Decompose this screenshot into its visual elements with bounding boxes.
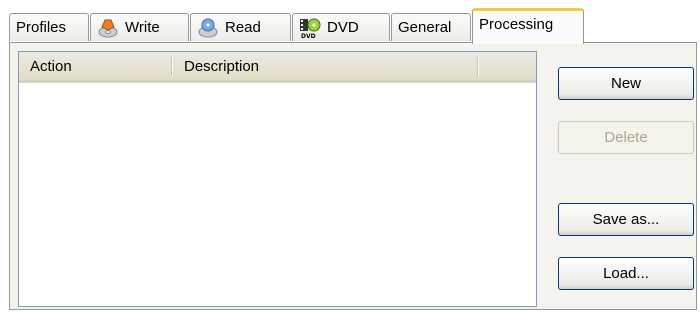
tab-general[interactable]: General — [391, 13, 471, 41]
tab-processing[interactable]: Processing — [472, 8, 584, 44]
tab-write[interactable]: Write — [90, 13, 189, 41]
dvd-icon: DVD — [299, 17, 321, 40]
tab-dvd-label: DVD — [327, 19, 359, 36]
delete-button-label: Delete — [604, 129, 648, 146]
column-action-label: Action — [30, 57, 72, 75]
new-button-label: New — [610, 75, 641, 92]
processing-panel: Action Description New Delete Save as...… — [9, 42, 697, 310]
list-header: Action Description — [19, 52, 536, 83]
tab-profiles-label: Profiles — [16, 19, 67, 36]
actions-list[interactable]: Action Description — [18, 51, 537, 307]
tab-read[interactable]: Read — [190, 13, 291, 41]
tab-profiles[interactable]: Profiles — [9, 13, 89, 41]
delete-button[interactable]: Delete — [558, 121, 694, 154]
tab-dvd[interactable]: DVD DVD — [292, 13, 390, 41]
tab-processing-label: Processing — [479, 16, 554, 33]
svg-text:DVD: DVD — [301, 33, 316, 39]
save-as-button[interactable]: Save as... — [558, 203, 694, 236]
column-header-description[interactable]: Description — [173, 52, 477, 80]
write-disc-icon — [97, 17, 119, 39]
read-disc-icon — [197, 17, 219, 39]
column-description-label: Description — [184, 57, 260, 75]
tab-write-label: Write — [125, 19, 160, 36]
load-button[interactable]: Load... — [558, 257, 694, 290]
new-button[interactable]: New — [558, 67, 694, 100]
save-as-button-label: Save as... — [592, 211, 660, 228]
column-header-action[interactable]: Action — [19, 52, 171, 80]
load-button-label: Load... — [603, 265, 649, 282]
tab-read-label: Read — [225, 19, 261, 36]
column-divider[interactable] — [171, 56, 172, 76]
tab-general-label: General — [398, 19, 452, 36]
column-divider[interactable] — [477, 56, 478, 76]
